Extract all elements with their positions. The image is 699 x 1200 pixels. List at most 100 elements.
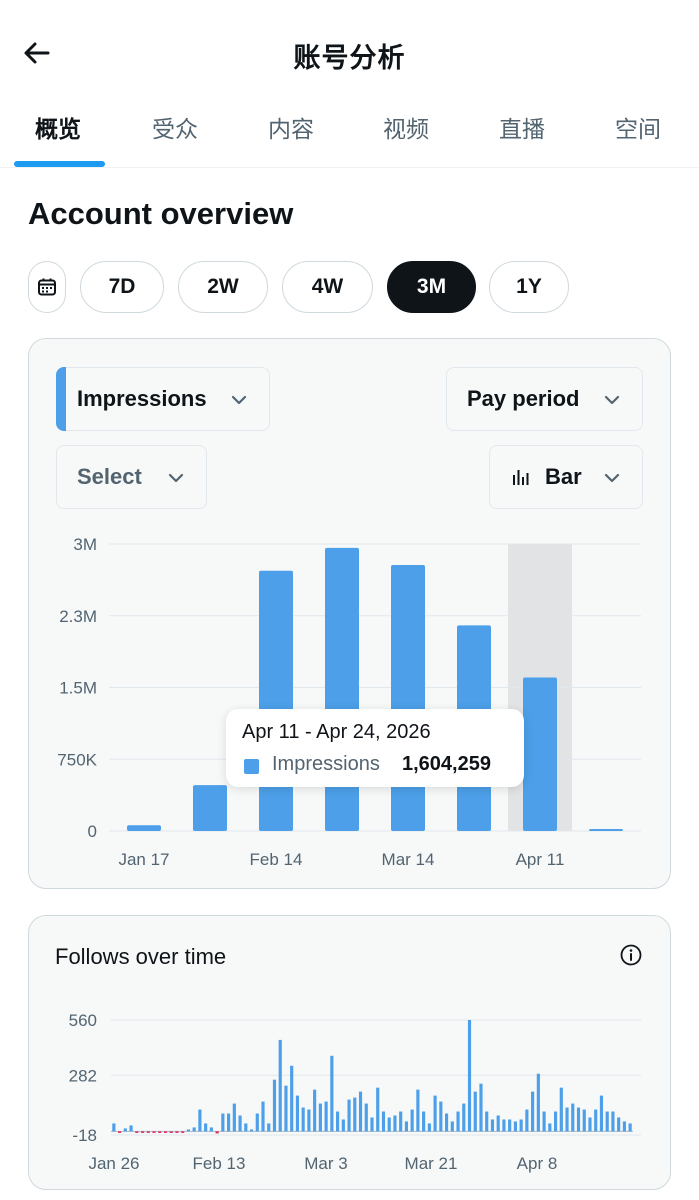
bar: [284, 1085, 288, 1132]
metric-dropdown[interactable]: Impressions: [56, 367, 270, 431]
chevron-down-icon: [231, 395, 247, 405]
bar: [204, 1123, 208, 1132]
bar: [496, 1115, 500, 1132]
bar-negative: [215, 1131, 219, 1134]
bar: [272, 1079, 277, 1132]
calendar-button[interactable]: [28, 261, 66, 313]
bar-negative: [152, 1131, 156, 1133]
bar: [576, 1107, 581, 1132]
bar: [112, 1123, 116, 1132]
bar: [393, 1115, 397, 1132]
tab-audience[interactable]: 受众: [152, 110, 198, 144]
compare-dropdown[interactable]: Select: [56, 445, 207, 509]
range-chip-1y[interactable]: 1Y: [489, 261, 569, 313]
bar: [542, 1111, 546, 1132]
bar: [485, 1111, 489, 1132]
section-title: Account overview: [28, 196, 294, 231]
follows-card-title: Follows over time: [55, 944, 227, 969]
y-tick-label: 1.5M: [59, 679, 97, 698]
impressions-bar-chart[interactable]: 0 750K 1.5M 2.3M 3M Jan 17 Feb 14 Mar 14 Apr 11: [29, 529, 672, 874]
bar: [473, 1091, 477, 1132]
tab-content[interactable]: 内容: [268, 110, 314, 144]
bar: [330, 1055, 334, 1132]
bar: [290, 1065, 294, 1132]
tab-bar: 概览 受众 内容 视频 直播 空间: [0, 100, 699, 168]
bar: [313, 1089, 317, 1132]
bar: [513, 1121, 517, 1132]
impressions-card: Impressions Pay period Select Bar 0 750K 1…: [28, 338, 671, 889]
metric-color-indicator: [56, 367, 66, 431]
compare-dropdown-label: Select: [77, 464, 142, 489]
bar: [193, 785, 227, 831]
bar: [422, 1111, 426, 1132]
tab-live[interactable]: 直播: [499, 110, 545, 144]
bar: [221, 1113, 225, 1132]
range-chip-3m[interactable]: 3M: [387, 261, 476, 313]
bar: [238, 1115, 242, 1132]
x-tick-label: Feb 13: [193, 1154, 246, 1173]
bar: [559, 1087, 563, 1132]
y-tick-label: -18: [72, 1126, 97, 1145]
bar: [553, 1111, 558, 1132]
bar: [261, 1101, 265, 1132]
tab-video[interactable]: 视频: [383, 110, 429, 144]
chevron-down-icon: [604, 473, 620, 483]
bar-negative: [146, 1131, 150, 1133]
bar: [588, 1117, 592, 1132]
bar: [427, 1123, 431, 1132]
bar: [249, 1129, 254, 1132]
tooltip-value: 1,604,259: [402, 753, 491, 775]
info-button[interactable]: [619, 943, 643, 967]
bar: [479, 1083, 483, 1132]
y-tick-label: 750K: [57, 750, 97, 769]
metric-dropdown-label: Impressions: [77, 386, 207, 411]
range-chip-2w[interactable]: 2W: [178, 261, 268, 313]
period-dropdown[interactable]: Pay period: [446, 367, 643, 431]
bar: [324, 1101, 328, 1132]
bar: [444, 1113, 449, 1132]
bar: [278, 1039, 282, 1132]
bar: [519, 1119, 523, 1132]
bar: [370, 1117, 374, 1132]
bar: [571, 1103, 575, 1132]
y-tick-label: 282: [69, 1066, 97, 1085]
x-tick-label: Apr 11: [516, 850, 565, 869]
bar: [433, 1095, 437, 1132]
bar: [123, 1128, 127, 1132]
tab-overview[interactable]: 概览: [35, 110, 81, 144]
range-chip-7d[interactable]: 7D: [80, 261, 164, 313]
x-tick-label: Mar 3: [304, 1154, 347, 1173]
bar: [439, 1101, 443, 1132]
bar: [404, 1121, 408, 1132]
bar: [127, 825, 161, 831]
bar: [605, 1111, 609, 1132]
tab-spaces[interactable]: 空间: [615, 110, 661, 144]
bar: [450, 1121, 454, 1132]
bar-negative: [140, 1131, 145, 1133]
bar: [376, 1087, 380, 1132]
bar: [536, 1073, 540, 1132]
page-title: 账号分析: [293, 43, 406, 74]
bar-negative: [175, 1131, 179, 1133]
bar: [523, 677, 557, 831]
bar: [381, 1111, 386, 1132]
bar: [232, 1103, 236, 1132]
bar: [490, 1119, 495, 1132]
bar: [186, 1129, 191, 1132]
x-tick-label: Jan 17: [118, 850, 169, 869]
bar: [336, 1111, 340, 1132]
period-dropdown-label: Pay period: [467, 386, 580, 411]
chart-tooltip: Apr 11 - Apr 24, 2026 Impressions 1,604,…: [226, 709, 524, 787]
bar: [599, 1095, 604, 1132]
chart-type-dropdown[interactable]: Bar: [489, 445, 643, 509]
bar: [318, 1103, 322, 1132]
x-tick-label: Apr 8: [517, 1154, 558, 1173]
bar-negative: [158, 1131, 162, 1133]
bar: [456, 1111, 460, 1132]
y-tick-label: 2.3M: [59, 607, 97, 626]
x-tick-label: Mar 14: [382, 850, 435, 869]
bar: [582, 1109, 586, 1132]
bar: [525, 1109, 529, 1132]
follows-bar-chart[interactable]: -18 282 560 Jan 26 Feb 13 Mar 3 Mar 21 Apr 8: [29, 996, 672, 1191]
range-chip-4w[interactable]: 4W: [282, 261, 373, 313]
